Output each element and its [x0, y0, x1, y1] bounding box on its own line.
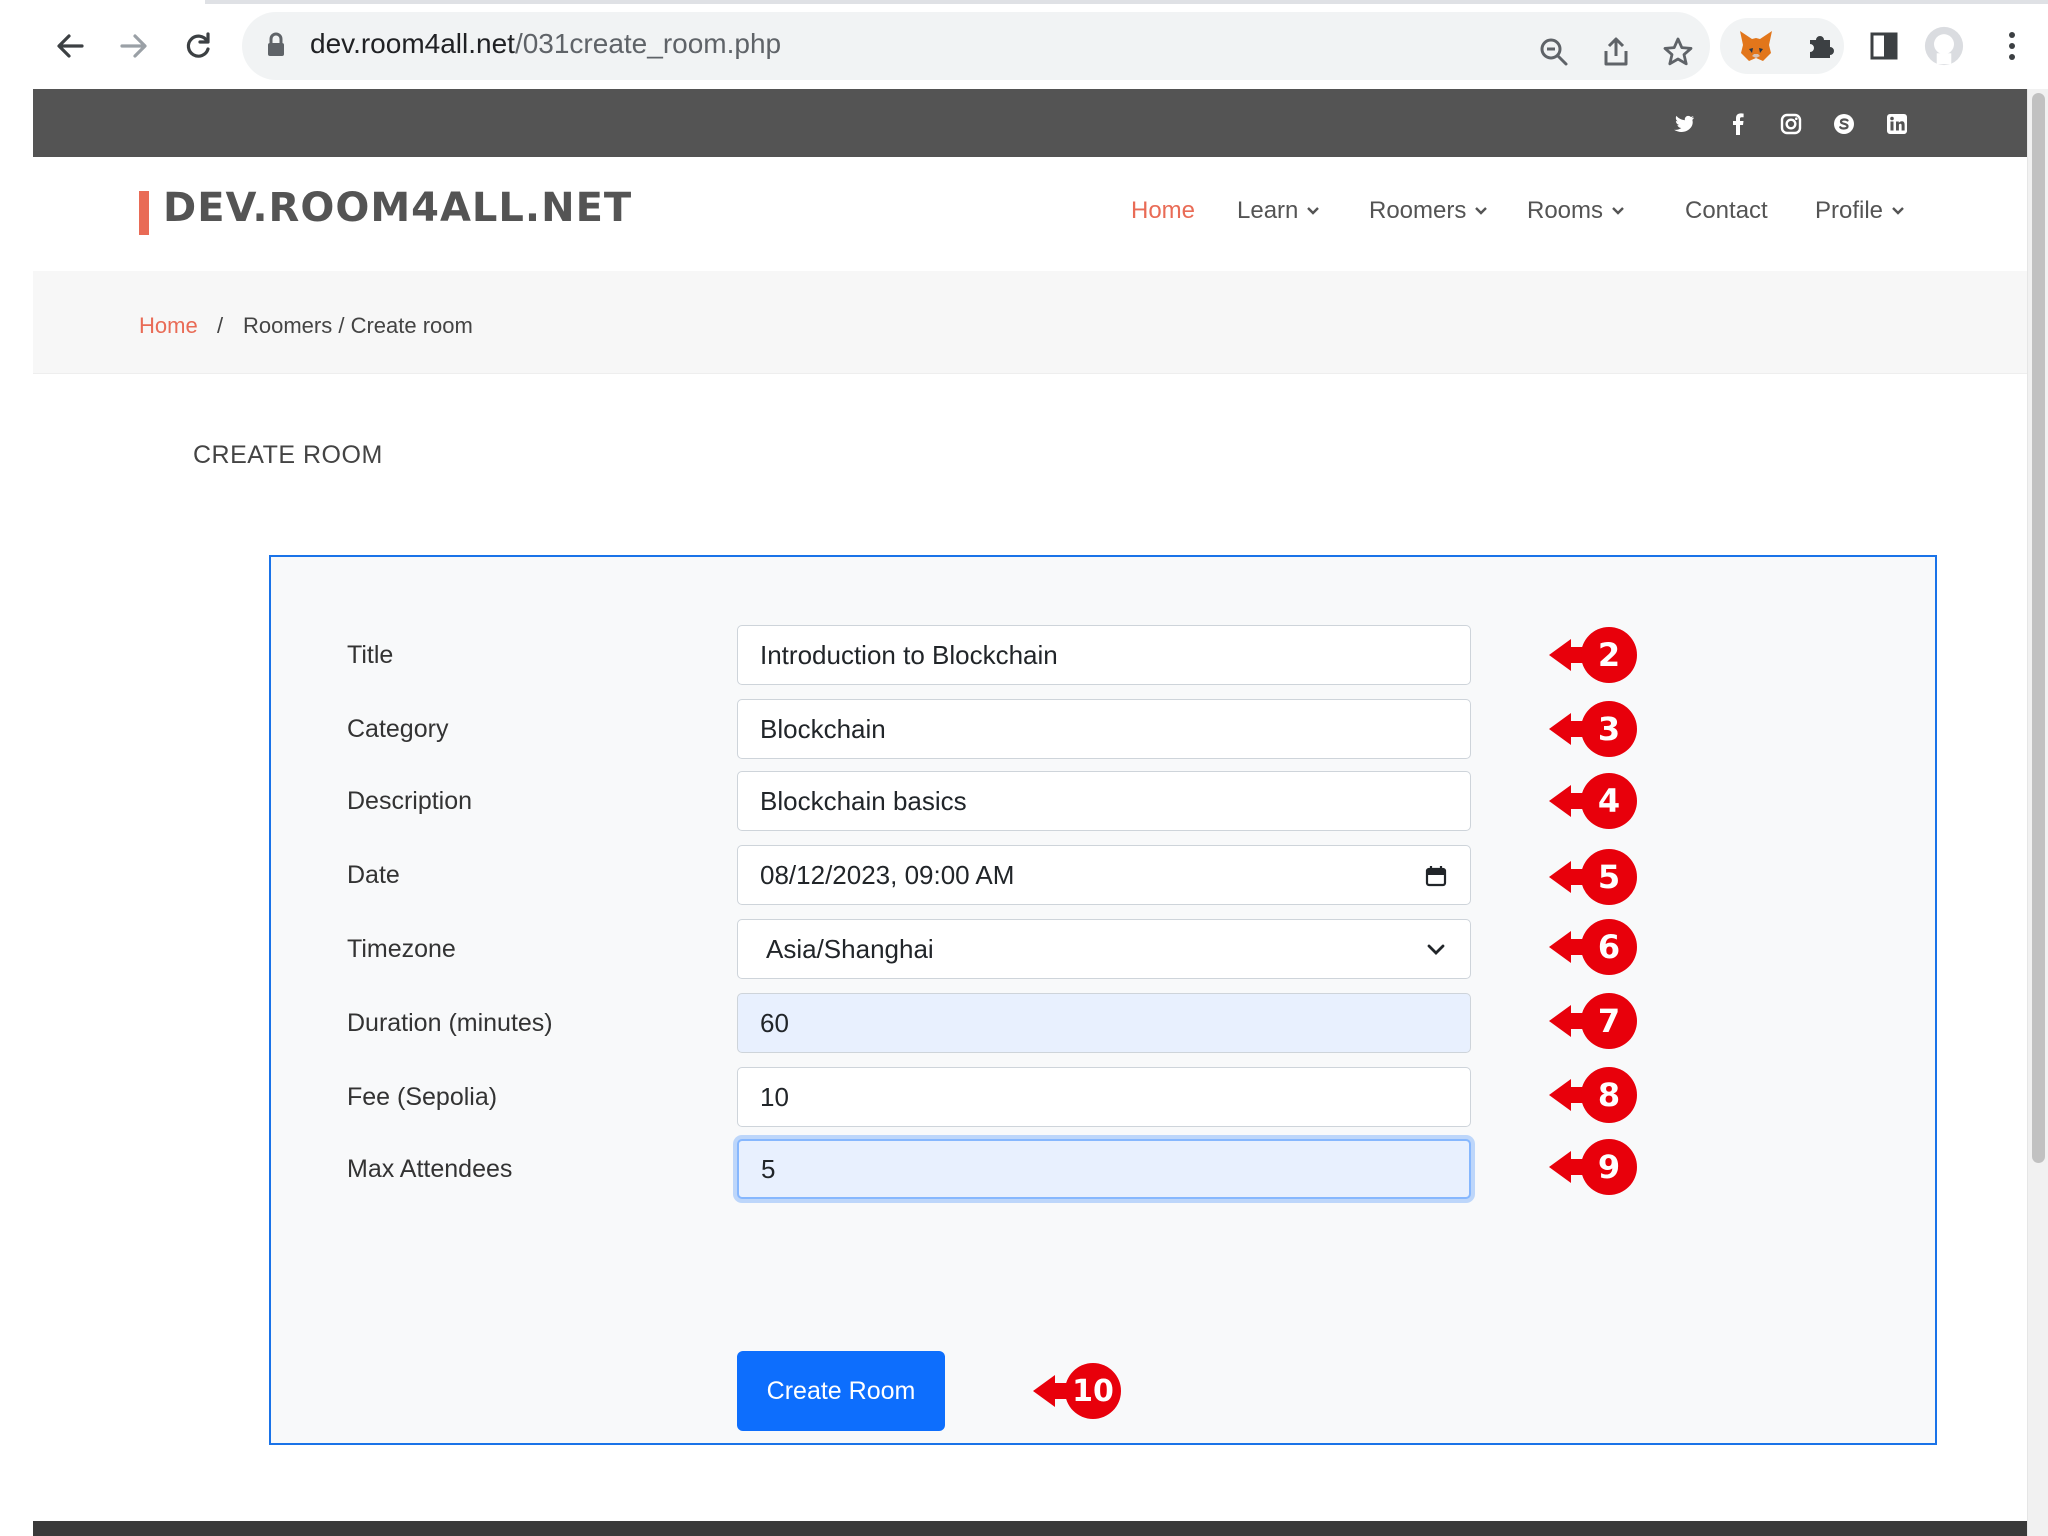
- description-input[interactable]: Blockchain basics: [737, 771, 1471, 831]
- chevron-down-icon: [1889, 202, 1907, 220]
- annotation-marker: 8: [1547, 1067, 1637, 1123]
- annotation-number: 6: [1581, 919, 1637, 975]
- nav-label: Learn: [1237, 197, 1299, 224]
- profile-avatar-icon[interactable]: [1924, 26, 1964, 66]
- nav-label: Rooms: [1527, 197, 1604, 224]
- instagram-icon[interactable]: [1776, 109, 1806, 139]
- breadcrumb-current: Roomers / Create room: [243, 313, 473, 338]
- nav-label: Roomers: [1369, 197, 1467, 224]
- duration-input[interactable]: 60: [737, 993, 1471, 1053]
- timezone-select[interactable]: Asia/Shanghai: [737, 919, 1471, 979]
- annotation-marker: 3: [1547, 701, 1637, 757]
- annotation-marker: 9: [1547, 1139, 1637, 1195]
- forward-button[interactable]: [112, 24, 156, 68]
- chevron-down-icon: [1472, 202, 1490, 220]
- annotation-number: 9: [1581, 1139, 1637, 1195]
- chevron-down-icon: [1424, 938, 1448, 962]
- reload-button[interactable]: [176, 24, 220, 68]
- linkedin-icon[interactable]: [1882, 109, 1912, 139]
- annotation-marker: 10: [1031, 1363, 1121, 1419]
- page-viewport: DEV.ROOM4ALL.NET Home Learn Roomers Room…: [33, 89, 2027, 1536]
- logo-accent-bar: [139, 191, 149, 235]
- url-text[interactable]: dev.room4all.net/031create_room.php: [310, 28, 781, 60]
- tab-strip: [0, 0, 2048, 4]
- site-header: DEV.ROOM4ALL.NET Home Learn Roomers Room…: [33, 157, 2027, 271]
- metamask-fox-icon[interactable]: [1736, 26, 1776, 66]
- create-room-button[interactable]: Create Room: [737, 1351, 945, 1431]
- breadcrumb-separator: /: [217, 313, 224, 338]
- site-logo[interactable]: DEV.ROOM4ALL.NET: [163, 185, 632, 231]
- nav-label: Home: [1131, 197, 1196, 224]
- category-input[interactable]: Blockchain: [737, 699, 1471, 759]
- page-scrollbar[interactable]: [2027, 89, 2048, 1536]
- annotation-marker: 6: [1547, 919, 1637, 975]
- title-label: Title: [347, 641, 394, 669]
- duration-label: Duration (minutes): [347, 1009, 553, 1037]
- fee-label: Fee (Sepolia): [347, 1083, 498, 1111]
- side-panel-icon[interactable]: [1864, 26, 1904, 66]
- date-label: Date: [347, 861, 400, 889]
- max-attendees-input[interactable]: 5: [737, 1139, 1471, 1199]
- annotation-number: 3: [1581, 701, 1637, 757]
- lock-icon: [266, 32, 286, 62]
- nav-roomers[interactable]: Roomers: [1369, 197, 1490, 225]
- page-title: CREATE ROOM: [193, 441, 383, 469]
- nav-profile[interactable]: Profile: [1815, 197, 1907, 225]
- annotation-number: 8: [1581, 1067, 1637, 1123]
- active-tab[interactable]: [0, 0, 205, 4]
- address-bar[interactable]: dev.room4all.net/031create_room.php: [242, 12, 1710, 80]
- timezone-selected-value: Asia/Shanghai: [766, 933, 934, 964]
- annotation-marker: 7: [1547, 993, 1637, 1049]
- annotation-number: 7: [1581, 993, 1637, 1049]
- title-input[interactable]: Introduction to Blockchain: [737, 625, 1471, 685]
- nav-learn[interactable]: Learn: [1237, 197, 1322, 225]
- annotation-marker: 5: [1547, 849, 1637, 905]
- calendar-icon[interactable]: [1424, 864, 1448, 888]
- scrollbar-thumb[interactable]: [2032, 93, 2045, 1163]
- breadcrumb: Home / Roomers / Create room: [33, 271, 2027, 374]
- create-room-form: Title Introduction to Blockchain Categor…: [269, 555, 1937, 1445]
- chevron-down-icon: [1304, 202, 1322, 220]
- browser-toolbar: dev.room4all.net/031create_room.php: [0, 0, 2048, 89]
- url-path: /031create_room.php: [514, 28, 782, 59]
- browser-menu-icon[interactable]: [1992, 26, 2032, 66]
- chevron-down-icon: [1609, 202, 1627, 220]
- site-footer: [33, 1521, 2027, 1536]
- fee-input[interactable]: 10: [737, 1067, 1471, 1127]
- bookmark-star-icon[interactable]: [1660, 34, 1696, 70]
- nav-label: Profile: [1815, 197, 1884, 224]
- skype-icon[interactable]: [1829, 109, 1859, 139]
- nav-rooms[interactable]: Rooms: [1527, 197, 1627, 225]
- annotation-marker: 4: [1547, 773, 1637, 829]
- extensions-puzzle-icon[interactable]: [1800, 26, 1840, 66]
- date-input[interactable]: 08/12/2023, 09:00 AM: [737, 845, 1471, 905]
- description-label: Description: [347, 787, 473, 815]
- annotation-number: 5: [1581, 849, 1637, 905]
- annotation-marker: 2: [1547, 627, 1637, 683]
- timezone-label: Timezone: [347, 935, 456, 963]
- max-attendees-label: Max Attendees: [347, 1155, 513, 1183]
- annotation-number: 2: [1581, 627, 1637, 683]
- zoom-icon[interactable]: [1536, 34, 1572, 70]
- category-label: Category: [347, 715, 449, 743]
- reload-icon: [186, 32, 210, 58]
- share-icon[interactable]: [1598, 34, 1634, 70]
- nav-home[interactable]: Home: [1131, 197, 1195, 225]
- breadcrumb-home-link[interactable]: Home: [139, 313, 198, 339]
- twitter-icon[interactable]: [1669, 109, 1699, 139]
- annotation-number: 4: [1581, 773, 1637, 829]
- forward-arrow-icon: [120, 34, 147, 58]
- top-social-bar: [33, 89, 2027, 157]
- back-arrow-icon: [57, 34, 84, 58]
- facebook-icon[interactable]: [1723, 109, 1753, 139]
- nav-label: Contact: [1685, 197, 1768, 224]
- back-button[interactable]: [48, 24, 92, 68]
- url-host: dev.room4all.net: [310, 28, 515, 59]
- annotation-number: 10: [1065, 1363, 1121, 1419]
- nav-contact[interactable]: Contact: [1685, 197, 1768, 225]
- date-value: 08/12/2023, 09:00 AM: [760, 859, 1015, 890]
